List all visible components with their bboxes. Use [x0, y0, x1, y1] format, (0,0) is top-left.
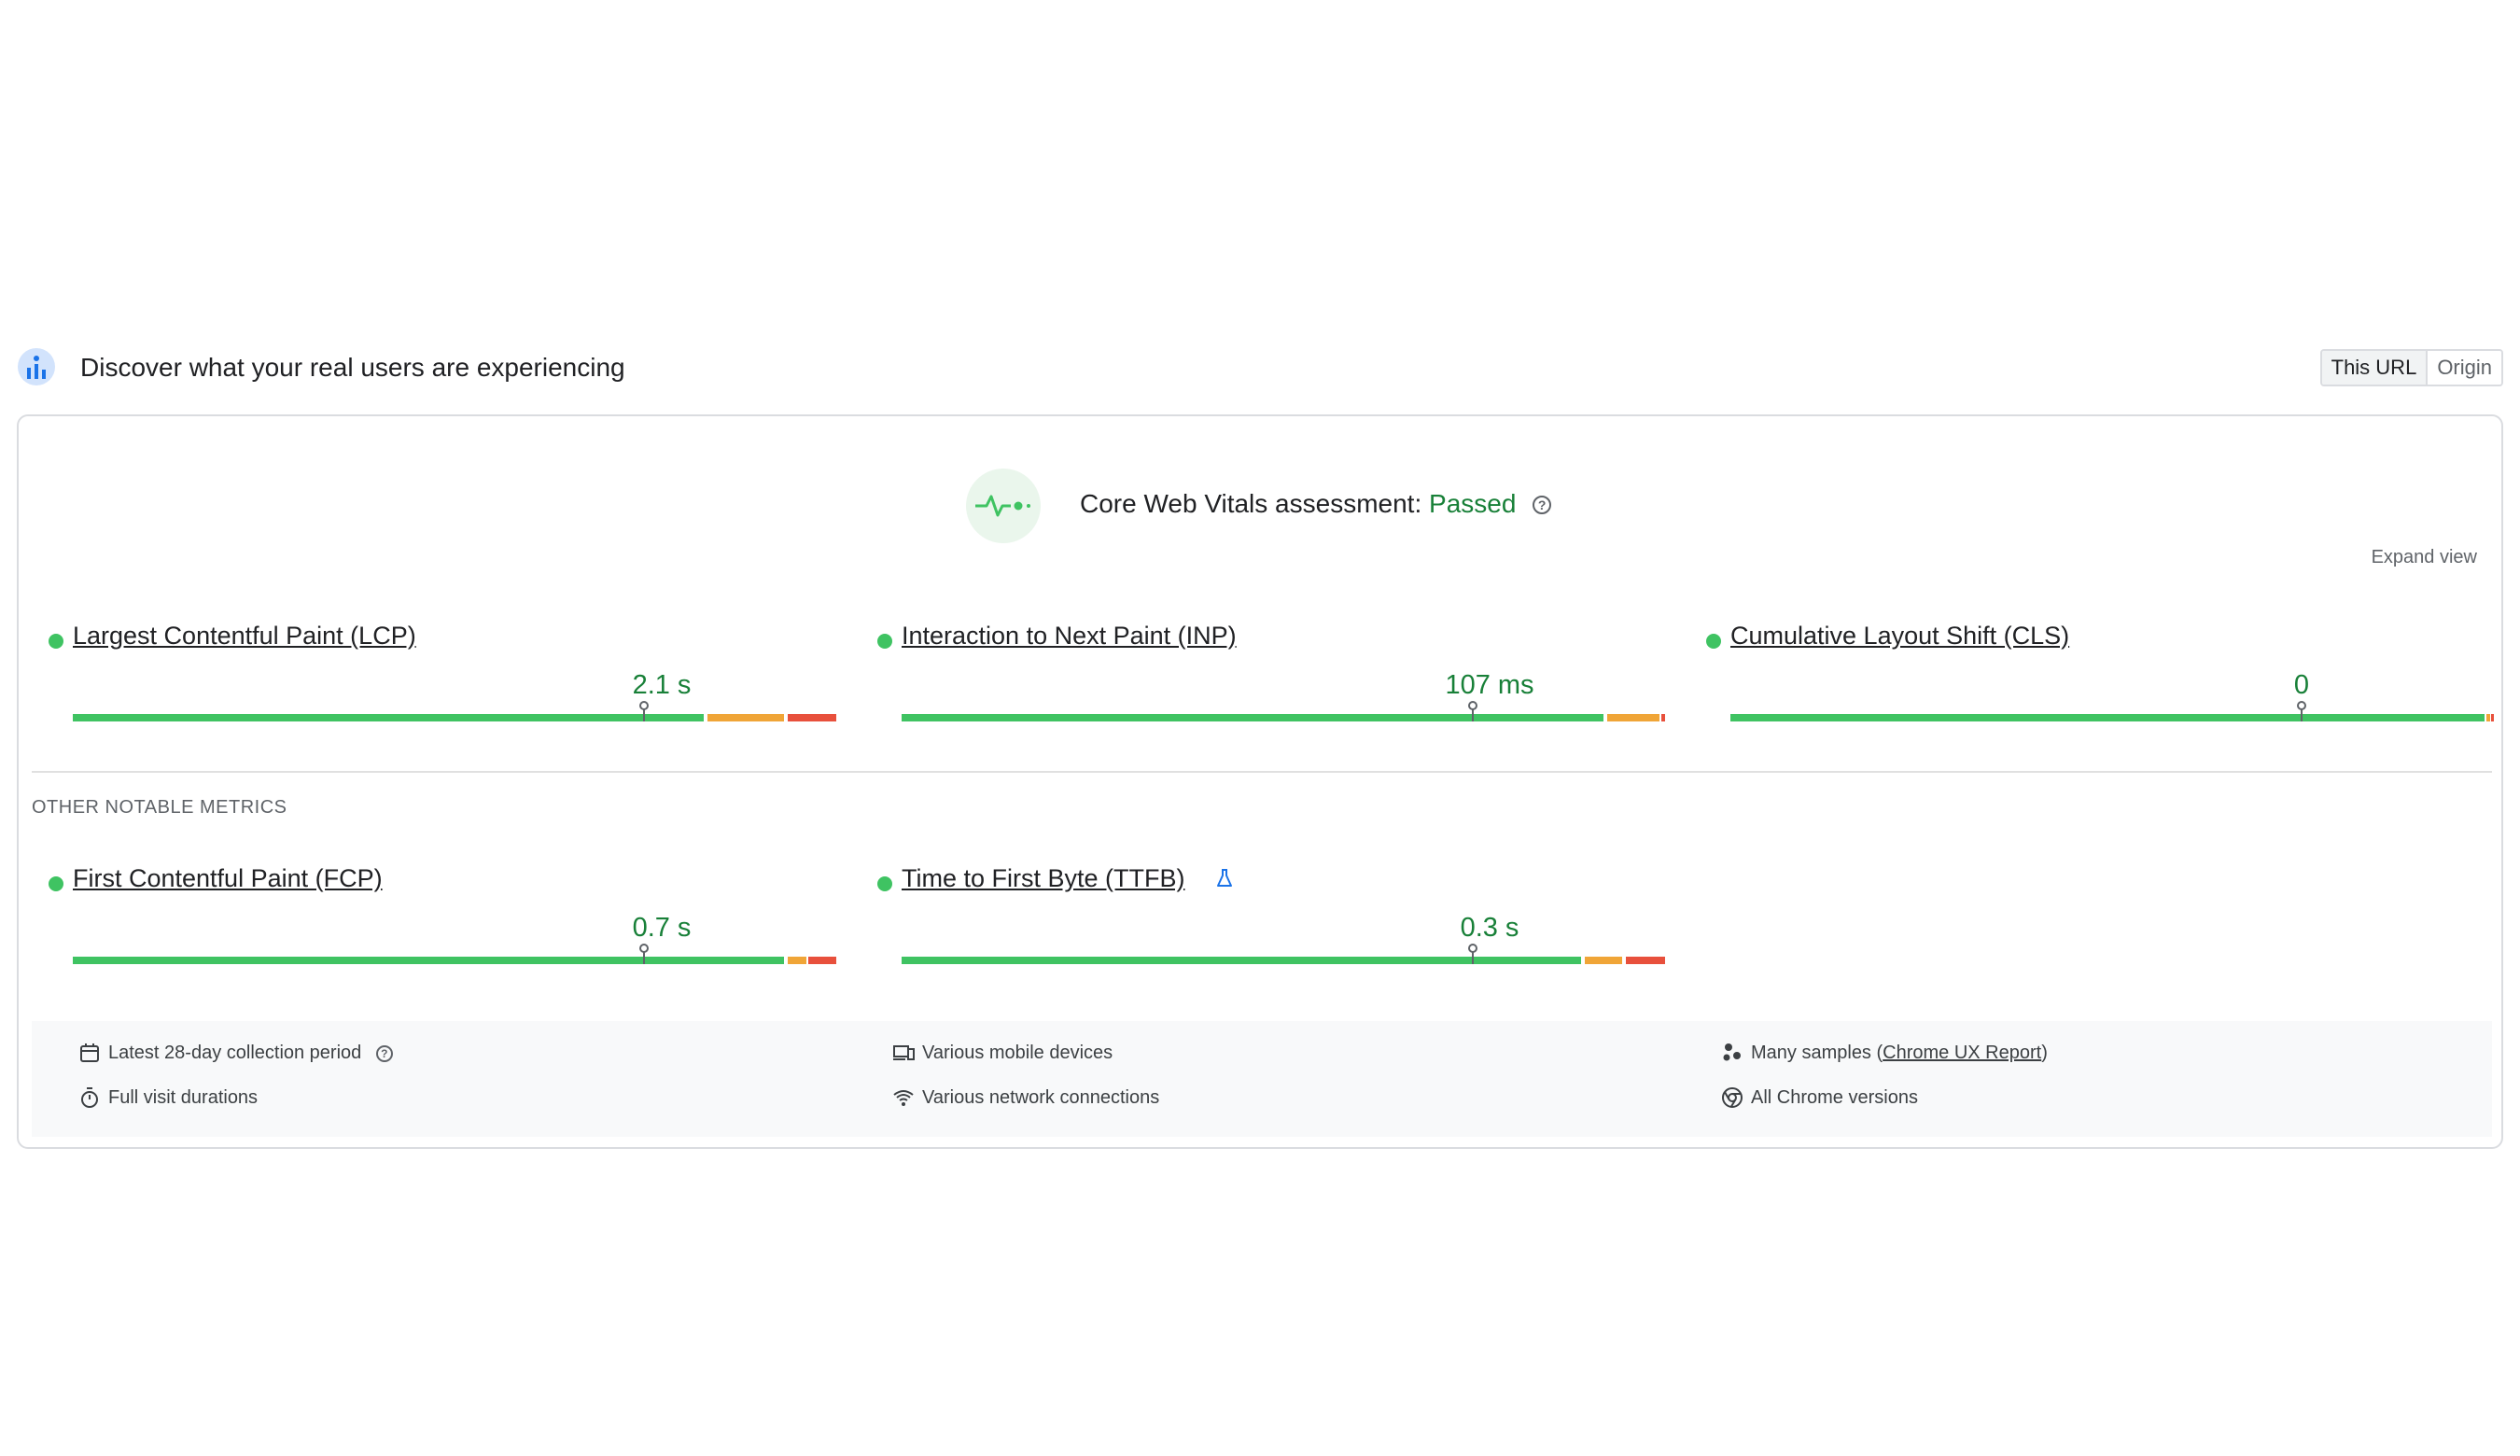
this-url-button[interactable]: This URL — [2321, 351, 2429, 385]
metric-cls: Cumulative Layout Shift (CLS) 0 — [1706, 622, 2499, 743]
status-dot — [49, 634, 63, 649]
samples-prefix: Many samples ( — [1751, 1043, 1883, 1063]
metric-lcp: Largest Contentful Paint (LCP) 2.1 s — [49, 622, 842, 743]
samples-icon — [1723, 1043, 1741, 1061]
status-dot — [1706, 634, 1721, 649]
assessment-text: Core Web Vitals assessment: Passed ? — [1080, 489, 1552, 519]
help-icon[interactable]: ? — [1533, 496, 1552, 514]
collection-period-text: Latest 28-day collection period — [108, 1043, 362, 1063]
devices-icon — [893, 1045, 915, 1060]
metric-value: 2.1 s — [632, 670, 692, 700]
p75-marker — [1468, 701, 1477, 721]
stopwatch-icon — [81, 1087, 98, 1108]
distribution-bar — [1730, 701, 2494, 721]
distribution-bar — [73, 944, 836, 964]
field-data-header: Discover what your real users are experi… — [17, 345, 2503, 390]
other-metrics-heading: OTHER NOTABLE METRICS — [32, 797, 287, 818]
chrome-versions-text: All Chrome versions — [1751, 1087, 1918, 1108]
good-segment — [73, 714, 704, 721]
metric-fcp: First Contentful Paint (FCP) 0.7 s — [49, 864, 842, 986]
crux-users-icon — [18, 348, 55, 385]
good-segment — [1730, 714, 2485, 721]
network-text: Various network connections — [922, 1087, 1160, 1108]
vitals-pulse-icon — [966, 469, 1041, 543]
flask-icon — [1217, 869, 1232, 887]
samples-suffix: ) — [2041, 1043, 2048, 1063]
metric-value: 107 ms — [1445, 670, 1534, 700]
needs-improvement-segment — [788, 957, 806, 964]
poor-segment — [788, 714, 836, 721]
metric-value: 0 — [2293, 670, 2310, 700]
metric-inp: Interaction to Next Paint (INP) 107 ms — [877, 622, 1671, 743]
chrome-ux-report-link[interactable]: Chrome UX Report — [1883, 1043, 2041, 1063]
p75-marker — [639, 701, 649, 721]
good-segment — [73, 957, 784, 964]
poor-segment — [2491, 714, 2494, 721]
needs-improvement-segment — [1607, 714, 1659, 721]
expand-view-link[interactable]: Expand view — [2372, 547, 2477, 568]
good-segment — [902, 714, 1603, 721]
needs-improvement-segment — [707, 714, 784, 721]
devices-text: Various mobile devices — [922, 1043, 1113, 1063]
url-origin-toggle: This URL Origin — [2319, 349, 2503, 386]
distribution-bar — [902, 944, 1665, 964]
p75-marker — [2297, 701, 2306, 721]
poor-segment — [808, 957, 836, 964]
status-dot — [877, 876, 892, 891]
metric-value: 0.3 s — [1460, 913, 1519, 943]
needs-improvement-segment — [1585, 957, 1622, 964]
poor-segment — [1626, 957, 1665, 964]
metric-ttfb: Time to First Byte (TTFB) 0.3 s — [877, 864, 1671, 986]
wifi-icon — [893, 1090, 914, 1106]
good-segment — [902, 957, 1581, 964]
collection-info-panel: Latest 28-day collection period ? Full v… — [32, 1021, 2492, 1137]
metric-name-link[interactable]: Time to First Byte (TTFB) — [902, 864, 1185, 893]
metric-name-link[interactable]: First Contentful Paint (FCP) — [73, 864, 383, 893]
distribution-bar — [902, 701, 1665, 721]
help-icon[interactable]: ? — [375, 1045, 393, 1062]
origin-button[interactable]: Origin — [2428, 351, 2501, 385]
metric-name-link[interactable]: Interaction to Next Paint (INP) — [902, 622, 1237, 651]
cwv-assessment: Core Web Vitals assessment: Passed ? — [966, 469, 1619, 543]
p75-marker — [639, 944, 649, 964]
calendar-icon — [80, 1043, 99, 1062]
status-dot — [49, 876, 63, 891]
metric-value: 0.7 s — [632, 913, 692, 943]
section-title: Discover what your real users are experi… — [80, 353, 625, 382]
visit-durations-text: Full visit durations — [108, 1087, 259, 1108]
poor-segment — [1661, 714, 1665, 721]
section-divider — [32, 771, 2492, 773]
status-dot — [877, 634, 892, 649]
metric-name-link[interactable]: Largest Contentful Paint (LCP) — [73, 622, 416, 651]
metric-name-link[interactable]: Cumulative Layout Shift (CLS) — [1730, 622, 2069, 651]
p75-marker — [1468, 944, 1477, 964]
chrome-icon — [1722, 1087, 1743, 1108]
assessment-status: Passed — [1429, 489, 1517, 518]
distribution-bar — [73, 701, 836, 721]
assessment-label: Core Web Vitals assessment: — [1080, 489, 1422, 518]
field-data-card: Core Web Vitals assessment: Passed ? Exp… — [17, 414, 2503, 1149]
needs-improvement-segment — [2486, 714, 2490, 721]
